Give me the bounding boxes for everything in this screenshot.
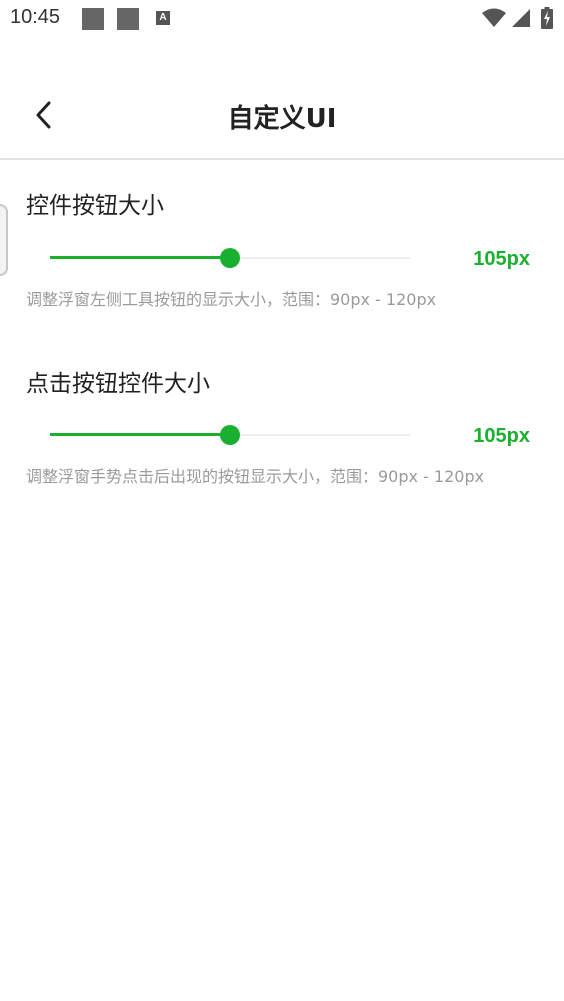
setting-title-tap-button-size: 点击按钮控件大小 <box>26 371 210 397</box>
status-bar: 10:45 A <box>0 0 564 38</box>
status-time: 10:45 <box>10 6 61 28</box>
tap-button-size-slider[interactable] <box>50 424 410 446</box>
a-app-icon: A <box>156 11 170 25</box>
control-button-size-value: 105px <box>473 248 530 270</box>
control-button-size-slider[interactable] <box>50 247 410 269</box>
app-header: 自定义UI <box>0 80 564 158</box>
battery-charging-icon <box>541 7 553 29</box>
slider-fill <box>50 433 230 436</box>
signal-icon <box>512 9 530 27</box>
wifi-icon <box>482 8 506 27</box>
control-button-size-description: 调整浮窗左侧工具按钮的显示大小，范围：90px - 120px <box>26 290 437 309</box>
slider-fill <box>50 256 230 259</box>
slider-thumb[interactable] <box>220 425 240 445</box>
setting-title-control-button-size: 控件按钮大小 <box>26 193 164 219</box>
floating-window-edge-handle[interactable] <box>0 204 8 276</box>
page-title: 自定义UI <box>227 104 337 134</box>
square-notification-icon <box>82 8 104 30</box>
slider-thumb[interactable] <box>220 248 240 268</box>
header-divider <box>0 158 564 160</box>
square-notification-icon <box>117 8 139 30</box>
tap-button-size-description: 调整浮窗手势点击后出现的按钮显示大小，范围：90px - 120px <box>26 467 485 486</box>
tap-button-size-value: 105px <box>473 425 530 447</box>
